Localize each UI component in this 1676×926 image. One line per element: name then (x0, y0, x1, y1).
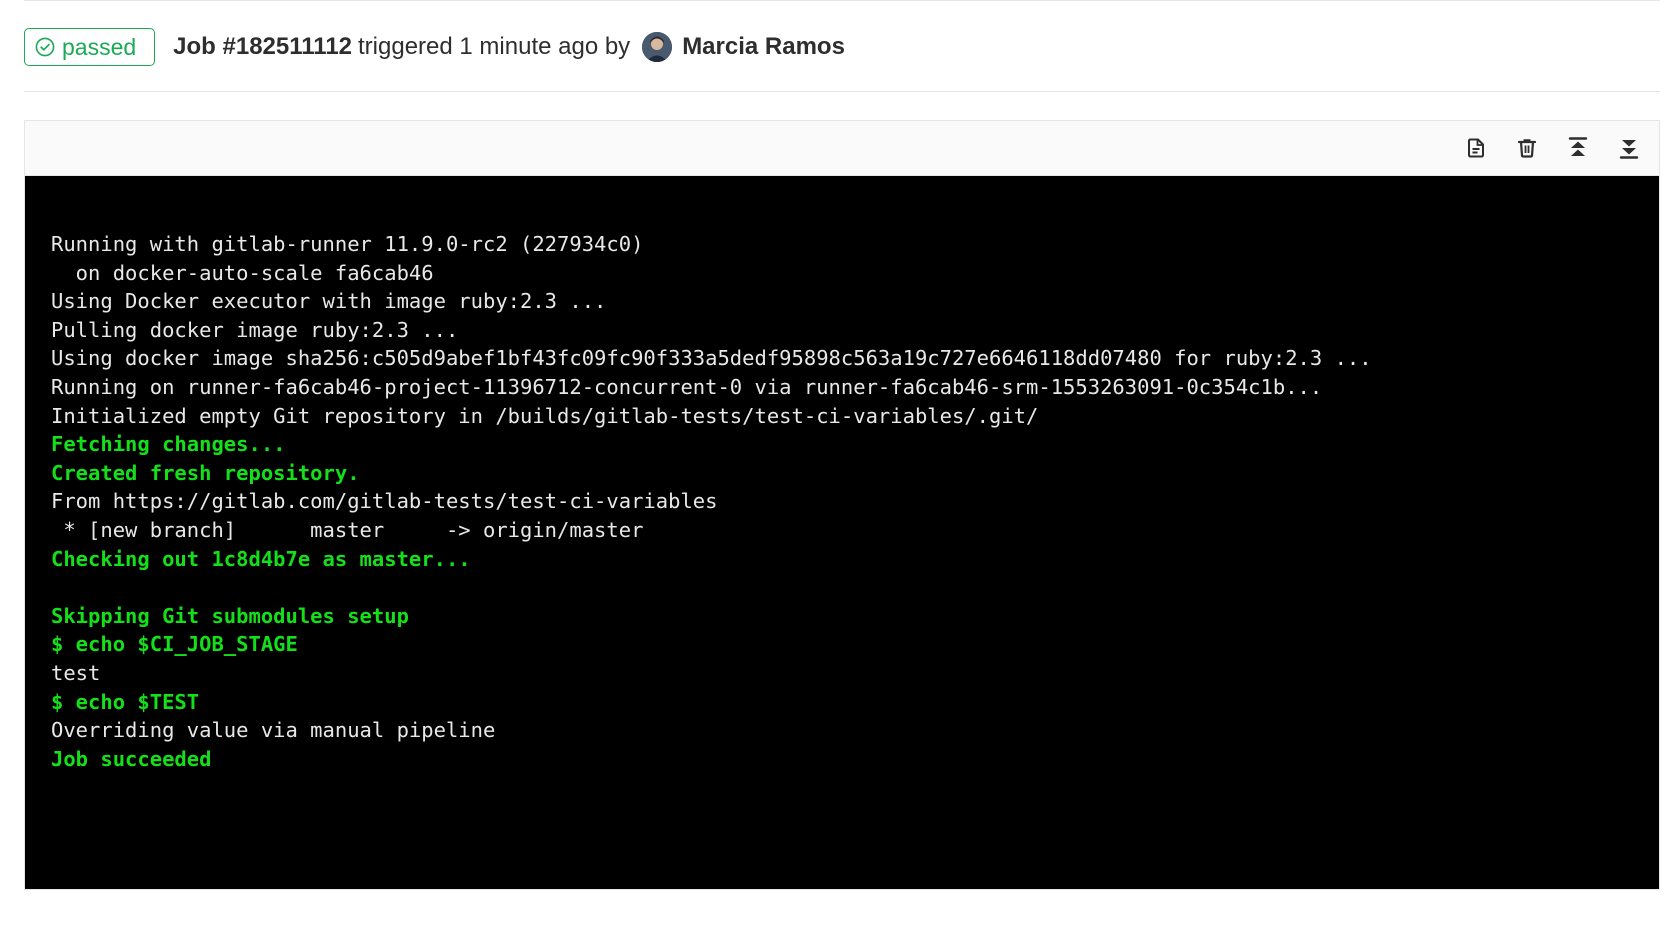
log-line: Using docker image sha256:c505d9abef1bf4… (51, 346, 1372, 371)
scroll-to-bottom-button[interactable] (1609, 128, 1649, 168)
job-header: passed Job #182511112 triggered 1 minute… (24, 27, 845, 67)
log-line: Job succeeded (51, 746, 212, 771)
scroll-bottom-icon (1619, 140, 1639, 159)
erase-log-button[interactable] (1507, 128, 1547, 168)
log-line: Using Docker executor with image ruby:2.… (51, 289, 607, 314)
job-title: Job #182511112 (173, 33, 353, 60)
raw-log-icon (1468, 138, 1484, 158)
log-line: * [new branch] master -> origin/master (51, 517, 644, 542)
log-line: Fetching changes... (51, 432, 286, 457)
raw-log-button[interactable] (1456, 128, 1496, 168)
top-divider (24, 0, 1660, 1)
log-line: Initialized empty Git repository in /bui… (51, 403, 1039, 428)
trash-icon (1517, 139, 1537, 158)
status-badge[interactable]: passed (24, 28, 156, 66)
log-line: Created fresh repository. (51, 460, 360, 485)
log-line: Running on runner-fa6cab46-project-11396… (51, 374, 1323, 399)
job-log-output[interactable]: Running with gitlab-runner 11.9.0-rc2 (2… (25, 176, 1659, 889)
status-label: passed (62, 33, 137, 60)
log-line: $ echo $TEST (51, 689, 200, 714)
scroll-to-top-button[interactable] (1558, 128, 1598, 168)
job-page: passed Job #182511112 triggered 1 minute… (0, 0, 1676, 926)
log-line: Pulling docker image ruby:2.3 ... (51, 317, 459, 342)
log-line: $ echo $CI_JOB_STAGE (51, 632, 298, 657)
check-circle-icon (35, 37, 55, 57)
trigger-text: triggered 1 minute ago by (358, 33, 631, 60)
log-line: Checking out 1c8d4b7e as master... (51, 546, 471, 571)
job-log-panel: Running with gitlab-runner 11.9.0-rc2 (2… (24, 120, 1660, 890)
log-line: From https://gitlab.com/gitlab-tests/tes… (51, 489, 718, 514)
log-line: on docker-auto-scale fa6cab46 (51, 260, 434, 285)
scroll-top-icon (1568, 137, 1588, 156)
log-line: Running with gitlab-runner 11.9.0-rc2 (2… (51, 232, 644, 256)
user-name-link[interactable]: Marcia Ramos (682, 33, 845, 61)
header-divider (24, 91, 1660, 92)
log-line: Skipping Git submodules setup (51, 603, 409, 628)
log-line: test (51, 660, 101, 685)
log-toolbar (25, 121, 1659, 176)
avatar[interactable] (642, 32, 673, 62)
log-line: Overriding value via manual pipeline (51, 718, 496, 743)
